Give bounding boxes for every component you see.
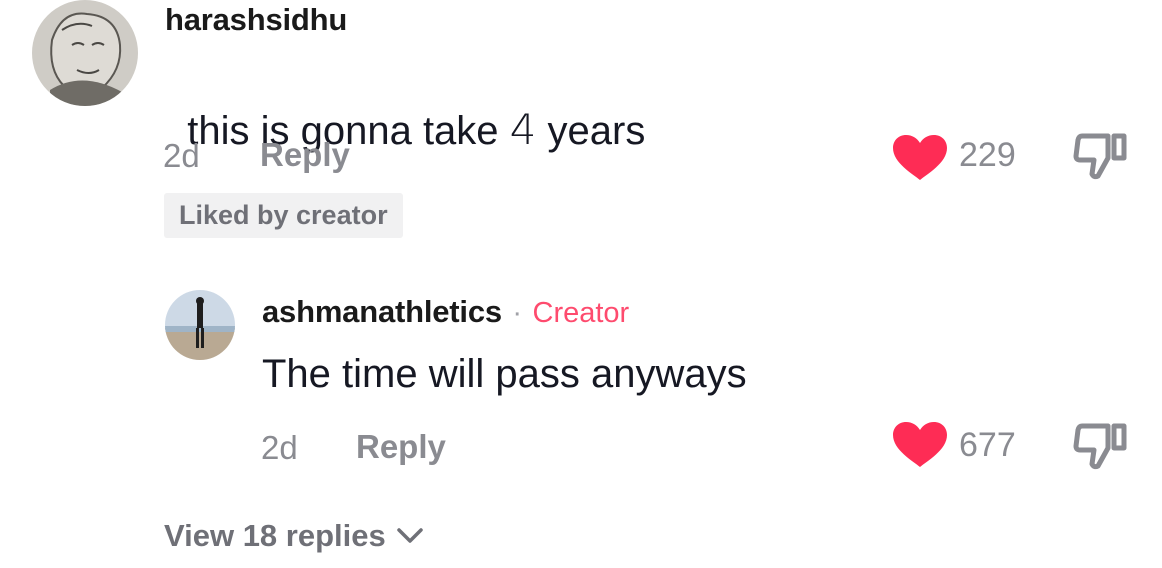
chevron-down-icon [397,528,423,543]
creator-label: Creator [532,297,630,329]
reply-text: The time will pass anyways [262,352,747,396]
thumbs-down-icon [1073,423,1127,470]
like-button[interactable] [891,421,949,469]
view-replies-button[interactable]: View 18 replies [164,518,424,554]
comment-text: this is gonna take 4 years [165,60,645,154]
separator-dot: · [512,297,523,329]
beach-photo-avatar-icon [165,290,235,360]
reply-button[interactable]: Reply [356,428,446,466]
like-count: 229 [959,136,1016,174]
comment-text-part: years [536,109,646,153]
comment-age: 2d [163,137,200,174]
like-count: 677 [959,426,1016,464]
reply-header: ashmanathletics · Creator [262,294,629,330]
handwritten-digit: 4 [509,105,537,154]
user-avatar[interactable] [32,0,138,106]
thumbs-down-icon [1073,133,1127,180]
dislike-button[interactable] [1072,130,1128,180]
sketch-avatar-icon [32,0,138,106]
heart-icon [893,135,947,180]
liked-by-creator-badge: Liked by creator [164,193,403,238]
heart-icon [893,422,947,467]
creator-avatar[interactable] [165,290,235,360]
reply-button[interactable]: Reply [260,136,350,174]
dislike-button[interactable] [1072,420,1128,470]
reply-age: 2d [261,429,298,466]
comment-username[interactable]: harashsidhu [165,2,347,38]
like-button[interactable] [891,134,949,182]
view-replies-label: View 18 replies [164,518,386,553]
reply-username[interactable]: ashmanathletics [262,294,502,329]
